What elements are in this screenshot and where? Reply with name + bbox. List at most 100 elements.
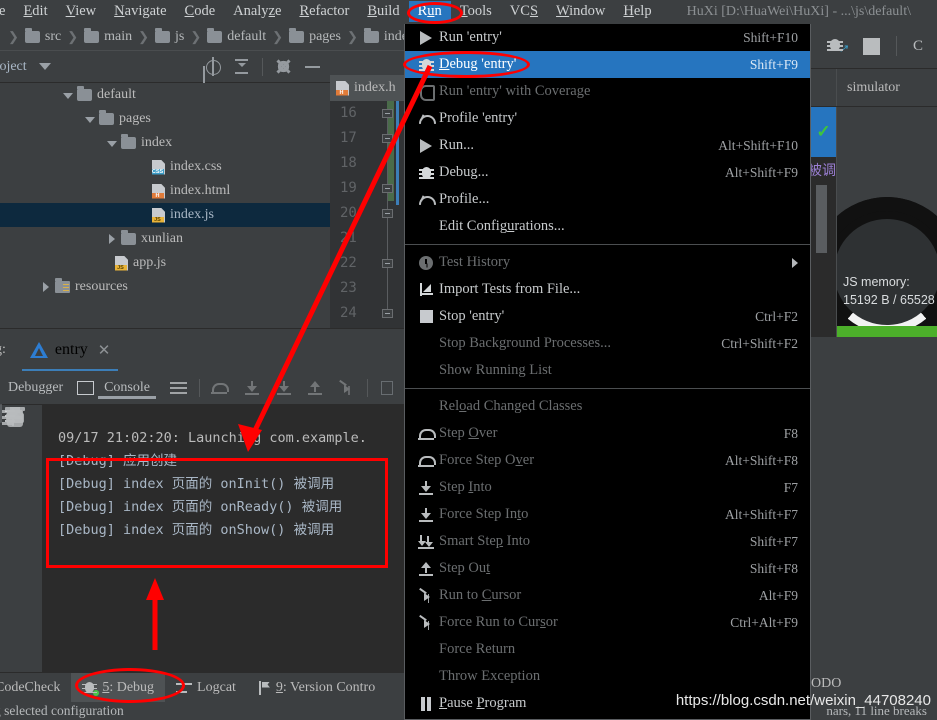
menu-item-step-over[interactable]: Step Over F8 xyxy=(405,420,810,447)
tree-row-xunlian[interactable]: xunlian xyxy=(0,227,330,251)
breadcrumb-separator: ❯ xyxy=(190,28,202,44)
breadcrumb-item-pages[interactable]: pages xyxy=(289,27,341,45)
menu-item-smart-step-into[interactable]: Smart Step Into Shift+F7 xyxy=(405,528,810,555)
chevron-down-icon[interactable] xyxy=(38,63,51,70)
chevron-down-icon[interactable] xyxy=(106,137,119,150)
status-item-logcat[interactable]: Logcat xyxy=(165,673,247,703)
toolbar-divider xyxy=(262,57,263,76)
evaluate-expression-icon[interactable] xyxy=(379,380,397,396)
css-file-icon: CSS xyxy=(152,159,165,175)
force-step-over-toolbar-icon[interactable] xyxy=(243,380,261,396)
menu-item-show-running-list[interactable]: Show Running List xyxy=(405,357,810,384)
menu-vcs[interactable]: VCS xyxy=(501,1,547,22)
ide-window: e Edit View Navigate Code Analyze Refact… xyxy=(0,0,937,720)
scroll-to-end-icon[interactable] xyxy=(0,404,2,423)
run-to-cursor-toolbar-icon[interactable] xyxy=(338,380,356,396)
menu-item-debug-entry[interactable]: Debug 'entry' Shift+F9 xyxy=(405,51,810,78)
menu-item-step-into[interactable]: Step Into F7 xyxy=(405,474,810,501)
menu-item-debug-dialog[interactable]: Debug... Alt+Shift+F9 xyxy=(405,159,810,186)
menu-item-label: Debug... xyxy=(439,164,489,180)
debug-session-tab-entry[interactable]: entry ✕ xyxy=(21,329,119,372)
fold-toggle[interactable] xyxy=(382,309,393,318)
chevron-right-icon[interactable] xyxy=(106,233,119,246)
tree-label: index.js xyxy=(170,207,214,222)
collapse-all-icon[interactable] xyxy=(233,58,250,75)
menu-item-stop-entry[interactable]: Stop 'entry' Ctrl+F2 xyxy=(405,303,810,330)
menu-refactor[interactable]: Refactor xyxy=(290,1,358,22)
stop-square-icon[interactable] xyxy=(863,37,880,55)
fold-toggle[interactable] xyxy=(382,259,393,268)
menu-item-force-step-over[interactable]: Force Step Over Alt+Shift+F8 xyxy=(405,447,810,474)
fold-toggle[interactable] xyxy=(382,109,393,118)
close-icon[interactable]: ✕ xyxy=(98,341,111,360)
tab-debugger[interactable]: Debugger xyxy=(2,380,69,396)
menu-build[interactable]: Build xyxy=(358,1,408,22)
menu-code[interactable]: Code xyxy=(176,1,225,22)
todo-tab-label[interactable]: ODO xyxy=(811,676,841,692)
scrollbar-thumb[interactable] xyxy=(816,185,827,253)
menu-item-profile-dialog[interactable]: Profile... xyxy=(405,186,810,213)
menu-edit[interactable]: Edit xyxy=(14,1,56,22)
status-item-label: CodeCheck xyxy=(0,679,61,695)
fold-toggle[interactable] xyxy=(382,184,393,193)
target-icon[interactable] xyxy=(204,57,221,76)
tree-row-pages[interactable]: pages xyxy=(0,107,330,131)
simulator-body: ✓ JS memory: 15192 B / 65528 B xyxy=(811,107,937,337)
menu-item-shortcut: Ctrl+Shift+F2 xyxy=(721,335,798,351)
fold-toggle[interactable] xyxy=(382,209,393,218)
tree-row-index-css[interactable]: CSS index.css xyxy=(0,155,330,179)
debug-attach-icon[interactable]: ↗ xyxy=(827,37,848,55)
tree-label: index.css xyxy=(170,159,222,174)
menu-navigate[interactable]: Navigate xyxy=(105,1,175,22)
menu-tools[interactable]: Tools xyxy=(451,1,501,22)
menu-item-force-run-to-cursor[interactable]: Force Run to Cursor Ctrl+Alt+F9 xyxy=(405,609,810,636)
menu-item-edit-configurations[interactable]: Edit Configurations... xyxy=(405,213,810,240)
step-into-toolbar-icon[interactable] xyxy=(275,380,293,396)
chevron-right-icon[interactable] xyxy=(40,281,53,294)
step-out-toolbar-icon[interactable] xyxy=(306,380,324,396)
fold-toggle[interactable] xyxy=(382,134,393,143)
menu-item-import-tests[interactable]: Import Tests from File... xyxy=(405,276,810,303)
menu-item-profile-entry[interactable]: Profile 'entry' xyxy=(405,105,810,132)
status-item-debug[interactable]: 5: Debug xyxy=(71,672,166,703)
menu-analyze[interactable]: Analyze xyxy=(224,1,290,22)
menu-item-run-to-cursor[interactable]: Run to Cursor Alt+F9 xyxy=(405,582,810,609)
tree-row-index-folder[interactable]: index xyxy=(0,131,330,155)
menu-item-stop-background-processes[interactable]: Stop Background Processes... Ctrl+Shift+… xyxy=(405,330,810,357)
menu-window[interactable]: Window xyxy=(547,1,614,22)
menu-item-reload-changed-classes[interactable]: Reload Changed Classes xyxy=(405,393,810,420)
breadcrumb-item-default[interactable]: default xyxy=(207,27,266,45)
menu-help[interactable]: Help xyxy=(614,1,660,22)
step-over-toolbar-icon[interactable] xyxy=(210,380,229,396)
menu-item-force-step-into[interactable]: Force Step Into Alt+Shift+F7 xyxy=(405,501,810,528)
tab-console[interactable]: Console xyxy=(98,380,156,399)
breadcrumb-item-main[interactable]: main xyxy=(84,27,132,45)
breadcrumb-separator: ❯ xyxy=(67,28,79,44)
minimize-icon[interactable] xyxy=(304,58,321,75)
menu-item-run-dialog[interactable]: Run... Alt+Shift+F10 xyxy=(405,132,810,159)
right-toolbar-extra[interactable]: C xyxy=(913,38,923,55)
menu-item-run-entry[interactable]: Run 'entry' Shift+F10 xyxy=(405,24,810,51)
breadcrumb-item-js[interactable]: js xyxy=(155,27,184,45)
tree-row-index-js[interactable]: JS index.js xyxy=(0,203,330,227)
console-output[interactable]: 09/17 21:02:20: Launching com.example. [… xyxy=(42,405,404,677)
menu-item-force-return[interactable]: Force Return xyxy=(405,636,810,663)
menu-item-shortcut: Ctrl+Alt+F9 xyxy=(730,614,798,630)
chevron-down-icon[interactable] xyxy=(84,113,97,126)
menu-item-throw-exception[interactable]: Throw Exception xyxy=(405,663,810,690)
tree-row-app-js[interactable]: JS app.js xyxy=(0,251,330,275)
tree-row-default[interactable]: default xyxy=(0,83,330,107)
menu-run[interactable]: Run xyxy=(408,1,451,22)
breadcrumb-item-src[interactable]: src xyxy=(24,27,61,45)
menu-file[interactable]: e xyxy=(0,1,14,22)
menu-item-step-out[interactable]: Step Out Shift+F8 xyxy=(405,555,810,582)
status-item-version-control[interactable]: 9: Version Contro xyxy=(247,673,386,703)
simulator-preview[interactable]: JS memory: 15192 B / 65528 B xyxy=(836,107,937,337)
tree-row-resources[interactable]: resources xyxy=(0,275,330,299)
chevron-down-icon[interactable] xyxy=(62,89,75,102)
menu-view[interactable]: View xyxy=(57,1,106,22)
menu-lines-icon[interactable] xyxy=(169,380,188,396)
status-item-codecheck[interactable]: CodeCheck xyxy=(0,673,71,703)
tree-row-index-html[interactable]: H index.html xyxy=(0,179,330,203)
settings-gear-icon[interactable] xyxy=(275,58,292,75)
